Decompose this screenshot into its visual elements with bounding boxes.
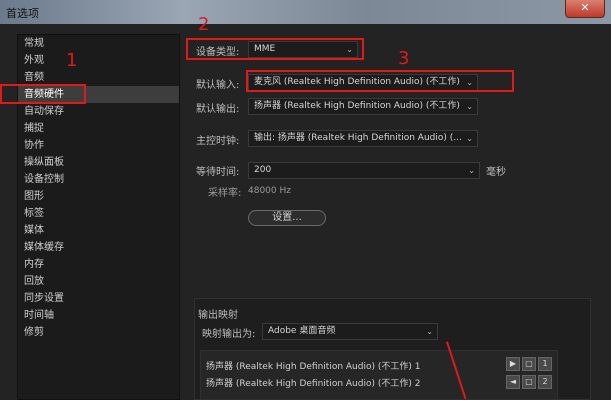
sidebar-item-auto-save[interactable]: 自动保存	[18, 103, 179, 120]
sidebar-item-media-cache[interactable]: 媒体缓存	[18, 239, 179, 256]
close-icon: ✕	[580, 1, 590, 14]
sidebar-item-sync-settings[interactable]: 同步设置	[18, 290, 179, 307]
sidebar-item-capture[interactable]: 捕捉	[18, 120, 179, 137]
default-input-label: 默认输入:	[196, 80, 240, 91]
sidebar-item-labels[interactable]: 标签	[18, 205, 179, 222]
map-output-select[interactable]: Adobe 桌面音频 ⌄	[262, 323, 438, 340]
annotation-number-1: 1	[66, 50, 78, 71]
chevron-down-icon: ⌄	[466, 102, 473, 111]
annotation-box-3	[246, 70, 514, 92]
channel-2-controls: ◄ ▢ 2	[506, 375, 552, 389]
chevron-down-icon: ⌄	[466, 134, 473, 143]
annotation-number-3: 3	[398, 48, 410, 69]
sidebar-item-trim[interactable]: 修剪	[18, 324, 179, 341]
sidebar-item-control-surface[interactable]: 操纵面板	[18, 154, 179, 171]
latency-unit: 毫秒	[486, 167, 506, 178]
master-clock-value: 输出: 扬声器 (Realtek High Definition Audio) …	[254, 133, 462, 143]
latency-value: 200	[254, 165, 272, 175]
latency-select[interactable]: 200 ⌄	[248, 162, 480, 179]
sidebar-item-timeline[interactable]: 时间轴	[18, 307, 179, 324]
frame-icon[interactable]: ▢	[522, 375, 536, 389]
sidebar-item-collaboration[interactable]: 协作	[18, 137, 179, 154]
latency-label: 等待时间:	[196, 167, 240, 178]
channel-1-controls: ▶ ▢ 1	[506, 357, 552, 371]
play-icon[interactable]: ▶	[506, 357, 520, 371]
frame-icon[interactable]: ▢	[522, 357, 536, 371]
channel-map-row: 扬声器 (Realtek High Definition Audio) (不工作…	[206, 362, 421, 372]
settings-button[interactable]: 设置...	[248, 210, 326, 226]
sidebar-item-device-control[interactable]: 设备控制	[18, 171, 179, 188]
sidebar-item-memory[interactable]: 内存	[18, 256, 179, 273]
channel-number[interactable]: 2	[538, 375, 552, 389]
annotation-box-2	[186, 38, 364, 60]
sidebar-item-appearance[interactable]: 外观	[18, 52, 179, 69]
annotation-number-2: 2	[198, 14, 210, 35]
annotation-box-1	[0, 84, 86, 104]
title-bar: 首选项 ✕	[0, 0, 611, 24]
channel-map-list	[200, 350, 558, 400]
sidebar-item-playback[interactable]: 回放	[18, 273, 179, 290]
chevron-down-icon: ⌄	[468, 166, 475, 175]
master-clock-label: 主控时钟:	[196, 136, 240, 147]
chevron-down-icon: ⌄	[426, 327, 433, 336]
output-mapping-title: 输出映射	[198, 310, 238, 321]
map-output-label: 映射输出为:	[202, 329, 256, 340]
map-output-value: Adobe 桌面音频	[268, 326, 336, 336]
default-output-select[interactable]: 扬声器 (Realtek High Definition Audio) (不工作…	[248, 98, 478, 115]
sample-rate-label: 采样率:	[208, 188, 242, 199]
sidebar-item-graphics[interactable]: 图形	[18, 188, 179, 205]
window-title: 首选项	[6, 7, 39, 20]
sidebar-item-media[interactable]: 媒体	[18, 222, 179, 239]
preferences-window: 常规 外观 音频 音频硬件 自动保存 捕捉 协作 操纵面板 设备控制 图形 标签…	[0, 14, 611, 400]
sidebar-item-general[interactable]: 常规	[18, 35, 179, 52]
default-output-label: 默认输出:	[196, 104, 240, 115]
channel-number[interactable]: 1	[538, 357, 552, 371]
master-clock-select[interactable]: 输出: 扬声器 (Realtek High Definition Audio) …	[248, 130, 478, 147]
channel-map-row: 扬声器 (Realtek High Definition Audio) (不工作…	[206, 379, 421, 389]
sample-rate-value: 48000 Hz	[248, 186, 291, 196]
close-button[interactable]: ✕	[565, 0, 605, 18]
speaker-icon[interactable]: ◄	[506, 375, 520, 389]
default-output-value: 扬声器 (Realtek High Definition Audio) (不工作…	[254, 101, 460, 111]
